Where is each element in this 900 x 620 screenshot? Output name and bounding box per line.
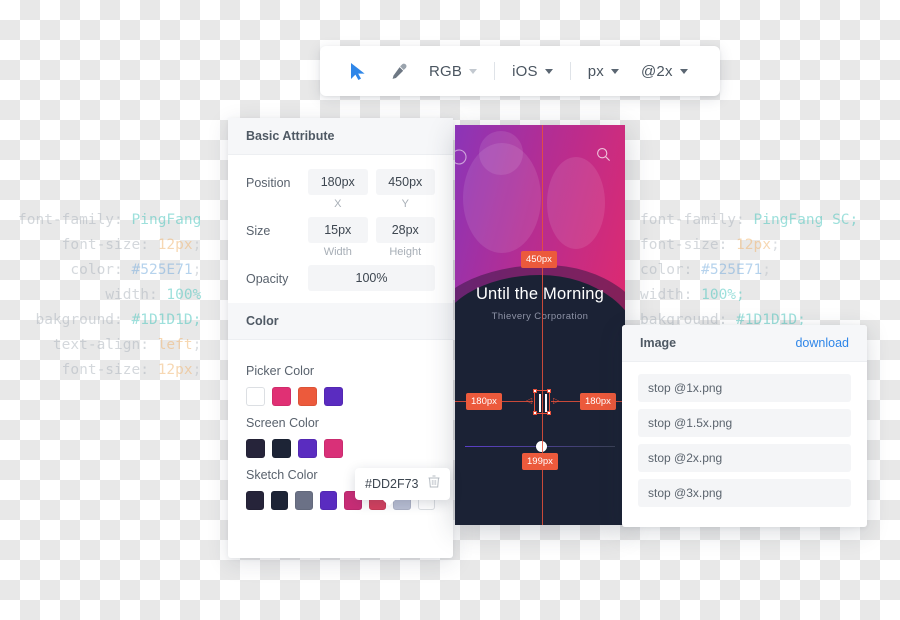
image-panel-header: Image download [622,325,867,362]
measure-badge-top: 450px [521,251,557,268]
platform-label: iOS [512,62,538,80]
sketch-swatch-1[interactable] [270,491,288,510]
unit-dropdown[interactable]: px [577,51,630,91]
image-export-panel: Image download stop @1x.png stop @1.5x.pn… [622,325,867,527]
toolbar-divider [494,62,496,80]
opacity-row: Opacity 100% [246,265,435,291]
density-dropdown[interactable]: @2x [630,51,699,91]
eyedropper-icon[interactable] [378,51,418,91]
back-circle-icon[interactable] [455,149,467,170]
asset-row-0[interactable]: stop @1x.png [638,374,851,402]
track-title: Until the Morning [475,285,605,303]
picker-swatch-3[interactable] [324,387,343,406]
toolbar-divider [569,62,571,80]
picker-color-swatches [246,387,435,406]
hex-value: #DD2F73 [365,477,419,491]
picker-color-title: Picker Color [246,364,315,378]
picker-swatch-1[interactable] [272,387,291,406]
screen-swatch-1[interactable] [272,439,291,458]
density-label: @2x [640,62,673,80]
background-code-left: font-family: PingFang font-size: 12px; c… [18,212,202,378]
search-icon[interactable] [596,147,611,167]
size-height-sublabel: Height [389,246,422,258]
trash-icon[interactable] [428,475,440,493]
color-section-title: Color [228,303,453,340]
chevron-down-icon [544,68,553,74]
opacity-field[interactable]: 100% [308,265,435,291]
position-label: Position [246,176,291,190]
sketch-swatch-0[interactable] [246,491,264,510]
asset-row-3[interactable]: stop @3x.png [638,479,851,507]
position-row: Position 180px X 450px Y [246,169,435,215]
sketch-swatch-2[interactable] [295,491,313,510]
artwork-ghost-shape [547,157,605,249]
opacity-label: Opacity [246,272,289,286]
position-x-sublabel: X [334,198,342,210]
cursor-arrow-icon[interactable] [338,51,378,91]
chevron-down-icon [679,68,688,74]
asset-row-2[interactable]: stop @2x.png [638,444,851,472]
progress-knob[interactable] [536,441,547,452]
sketch-swatch-3[interactable] [319,491,337,510]
screen-color-swatches [246,439,435,458]
measure-badge-bottom: 199px [522,453,558,470]
size-width-sublabel: Width [323,246,352,258]
size-height-field[interactable]: 28px [375,217,435,243]
measure-badge-right: 180px [580,393,616,410]
size-label: Size [246,224,271,238]
basic-attribute-body: Position 180px X 450px Y Size 15px Width… [228,155,453,303]
asset-row-1[interactable]: stop @1.5x.png [638,409,851,437]
hex-color-tooltip: #DD2F73 [355,468,450,506]
position-x-field[interactable]: 180px [308,169,368,195]
background-code-right: font-family: PingFang SC; font-size: 12p… [640,212,859,328]
position-y-field[interactable]: 450px [375,169,435,195]
picker-swatch-0[interactable] [246,387,265,406]
asset-list: stop @1x.png stop @1.5x.png stop @2x.png st… [622,362,867,519]
app-canvas: font-family: PingFang font-size: 12px; c… [0,0,900,620]
image-panel-title: Image [640,336,677,350]
track-artist: Thievery Corporation [491,311,589,322]
artwork-ghost-shape [479,131,523,175]
screen-color-title: Screen Color [246,416,319,430]
screen-color-group: Screen Color [246,416,435,458]
download-link[interactable]: download [795,336,849,350]
screen-swatch-3[interactable] [324,439,343,458]
picker-color-group: Picker Color [246,364,435,406]
picker-swatch-2[interactable] [298,387,317,406]
basic-attribute-section-title: Basic Attribute [228,118,453,155]
size-width-field[interactable]: 15px [308,217,368,243]
color-mode-label: RGB [429,62,463,80]
position-y-sublabel: Y [401,198,409,210]
screen-swatch-0[interactable] [246,439,265,458]
screen-swatch-2[interactable] [298,439,317,458]
chevron-down-icon [610,68,619,74]
measure-badge-left: 180px [466,393,502,410]
chevron-down-icon [469,68,478,74]
platform-dropdown[interactable]: iOS [501,51,564,91]
color-mode-dropdown[interactable]: RGB [418,51,488,91]
size-row: Size 15px Width 28px Height [246,217,435,263]
unit-label: px [587,62,604,80]
floating-toolbar: RGB iOS px @2x [320,46,720,96]
